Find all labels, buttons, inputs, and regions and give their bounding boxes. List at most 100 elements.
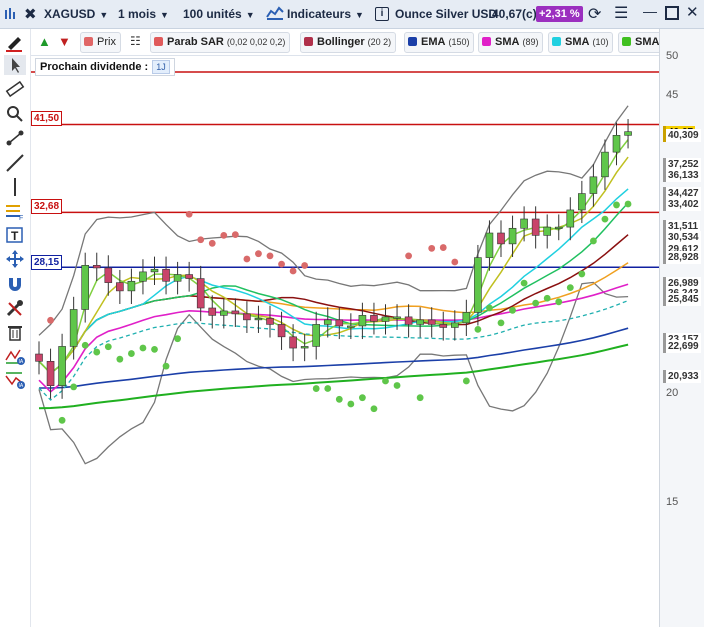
candle-body: [162, 268, 170, 282]
bollinger-upper: [38, 105, 629, 336]
vertical-line-icon[interactable]: [4, 177, 26, 197]
instrument-name: Ounce Silver USD: [395, 7, 498, 21]
sar-dot: [81, 341, 89, 349]
axis-tick: 15: [666, 496, 679, 508]
sar-dot: [208, 239, 216, 247]
sar-dot: [405, 252, 412, 260]
sar-dot: [243, 255, 251, 263]
candle-body: [358, 315, 367, 327]
candle-body: [601, 151, 609, 178]
sar-dot: [624, 200, 632, 208]
sar-dot: [128, 350, 135, 357]
axis-tick: 45: [666, 89, 679, 101]
indicator-chip-ema[interactable]: EMA (150): [404, 32, 475, 53]
indicator-bar: ▲ ▼ Prix ☷ Parab SAR (0,02 0,02 0,2) Boll…: [30, 29, 704, 56]
sar-dot: [462, 377, 470, 385]
axis-tick: 20: [666, 387, 679, 399]
chevron-down-icon: ▼: [355, 10, 364, 20]
cursor-icon[interactable]: [4, 55, 26, 75]
zoom-icon[interactable]: [4, 104, 26, 124]
sar-dot: [174, 335, 182, 343]
level-label[interactable]: 32,68: [31, 199, 63, 214]
sar-dot: [520, 279, 528, 287]
list-icon[interactable]: ☷: [130, 34, 141, 48]
favorite-icon[interactable]: ✖: [24, 5, 37, 23]
indicator-name: SMA: [565, 36, 590, 48]
sar-dot: [231, 231, 239, 239]
indicator-swatch: [622, 37, 631, 46]
candle-body: [439, 324, 448, 328]
indicator-chip-sma-10[interactable]: SMA (10): [548, 32, 614, 53]
instrument-icon[interactable]: [4, 7, 18, 21]
candle-body: [220, 310, 228, 316]
dividend-badge[interactable]: 1J: [152, 60, 170, 74]
candle-body: [35, 353, 43, 362]
candle-body: [185, 274, 193, 279]
info-icon[interactable]: i: [375, 7, 389, 21]
node-line-icon[interactable]: [4, 128, 26, 148]
sar-dot: [543, 294, 551, 302]
close-icon[interactable]: ✕: [686, 3, 699, 21]
candle-body: [81, 265, 90, 310]
sar-dot: [382, 377, 389, 385]
ia-pattern-icon[interactable]: IA: [4, 346, 26, 366]
candle-body: [300, 346, 309, 349]
axis-tick: 50: [666, 50, 679, 62]
dividend-label: Prochain dividende :: [40, 61, 149, 73]
price-axis[interactable]: 50 45 20 15 40,6740,30937,25236,13334,42…: [659, 29, 704, 627]
drawing-toolbar: F T IA IA: [0, 29, 31, 627]
text-tool-icon[interactable]: T: [4, 225, 26, 245]
indicator-swatch: [482, 37, 491, 46]
sar-dot: [416, 394, 424, 402]
sar-dot: [324, 385, 332, 392]
indicators-button[interactable]: Indicateurs ▼: [266, 5, 364, 23]
candle-body: [243, 313, 251, 321]
indicator-chip-sma-89[interactable]: SMA (89): [478, 32, 544, 53]
sar-dot: [566, 284, 574, 292]
level-label[interactable]: 41,50: [31, 111, 63, 126]
candle-body: [531, 218, 540, 236]
trash-icon[interactable]: [4, 322, 26, 342]
sar-dot: [116, 355, 124, 363]
ruler-icon[interactable]: [4, 79, 26, 99]
trendline-icon[interactable]: [4, 153, 26, 173]
candle-body: [266, 318, 274, 325]
period-selector[interactable]: 1 mois ▼: [118, 5, 169, 23]
indicator-name: Bollinger: [317, 36, 365, 48]
ia-signal-icon[interactable]: IA: [4, 370, 26, 390]
indicator-chip-bollinger[interactable]: Bollinger (20 2): [300, 32, 397, 53]
sar-dot: [58, 416, 66, 424]
sar-dot: [162, 362, 170, 370]
pencil-icon[interactable]: [4, 32, 26, 52]
price-chip[interactable]: Prix: [80, 32, 121, 53]
arrow-up-icon[interactable]: ▲: [38, 34, 51, 49]
price-chart[interactable]: [31, 55, 659, 627]
refresh-icon[interactable]: ⟳: [588, 4, 601, 24]
maximize-icon[interactable]: [665, 6, 679, 20]
fibonacci-icon[interactable]: F: [4, 201, 26, 222]
indicator-chip-parab-sar[interactable]: Parab SAR (0,02 0,02 0,2): [150, 32, 291, 53]
last-price: 40,67(c): [492, 7, 537, 21]
sar-dot: [255, 250, 262, 258]
indicator-swatch: [408, 37, 417, 46]
minimize-icon[interactable]: —: [643, 3, 657, 19]
sar-dot: [497, 319, 505, 327]
magnet-icon[interactable]: [4, 274, 26, 294]
indicator-params: (150): [448, 37, 470, 47]
indicator-name: Parab SAR: [167, 36, 224, 48]
candle-body: [554, 226, 563, 229]
sar-dot: [509, 306, 516, 314]
move-icon[interactable]: [4, 249, 26, 269]
tools-icon[interactable]: [4, 298, 26, 318]
arrow-down-icon[interactable]: ▼: [58, 34, 71, 49]
level-label[interactable]: 28,15: [31, 255, 63, 270]
symbol-selector[interactable]: XAGUSD ▼: [44, 5, 108, 23]
indicator-chip-sma[interactable]: SMA: [618, 32, 665, 53]
units-selector[interactable]: 100 unités ▼: [183, 5, 255, 23]
indicator-swatch: [304, 37, 313, 46]
sar-dot: [197, 236, 205, 244]
menu-icon[interactable]: ☰: [614, 3, 628, 23]
indicator-params: (20 2): [367, 37, 392, 47]
candle-body: [277, 324, 286, 338]
candle-body: [104, 267, 113, 283]
